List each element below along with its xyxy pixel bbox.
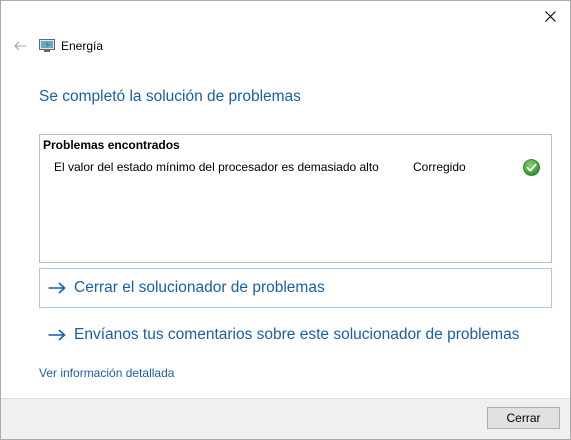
problems-header: Problemas encontrados bbox=[43, 138, 180, 152]
window-title: Energía bbox=[61, 39, 104, 53]
close-icon bbox=[544, 10, 556, 22]
back-arrow-icon bbox=[13, 41, 26, 51]
problems-panel: Problemas encontrados El valor del estad… bbox=[39, 134, 552, 263]
close-button[interactable]: Cerrar bbox=[487, 407, 560, 429]
green-check-icon bbox=[523, 159, 540, 176]
arrow-right-icon bbox=[48, 282, 66, 294]
back-button[interactable] bbox=[5, 35, 35, 57]
send-feedback-label: Envíanos tus comentarios sobre este solu… bbox=[74, 326, 520, 343]
close-troubleshooter-label: Cerrar el solucionador de problemas bbox=[74, 279, 325, 296]
page-title: Se completó la solución de problemas bbox=[39, 88, 301, 105]
power-options-icon bbox=[39, 39, 55, 52]
troubleshooter-window: Energía Se completó la solución de probl… bbox=[0, 0, 571, 440]
send-feedback-option[interactable]: Envíanos tus comentarios sobre este solu… bbox=[39, 315, 552, 355]
problem-description: El valor del estado mínimo del procesado… bbox=[54, 160, 379, 174]
arrow-right-icon bbox=[48, 329, 66, 341]
close-troubleshooter-option[interactable]: Cerrar el solucionador de problemas bbox=[39, 268, 552, 308]
dialog-footer: Cerrar bbox=[1, 398, 570, 439]
window-header: Energía bbox=[1, 35, 301, 57]
problem-status: Corregido bbox=[413, 160, 466, 174]
view-details-link[interactable]: Ver información detallada bbox=[39, 366, 174, 380]
problem-row: El valor del estado mínimo del procesado… bbox=[40, 159, 551, 177]
window-close-button[interactable] bbox=[530, 1, 570, 31]
